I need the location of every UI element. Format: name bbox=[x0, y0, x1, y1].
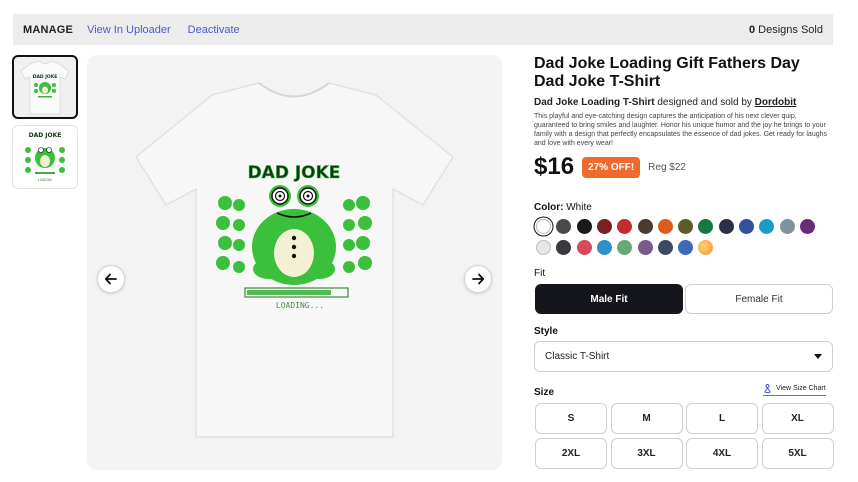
color-swatch[interactable] bbox=[739, 219, 754, 234]
size-button-l[interactable]: L bbox=[686, 403, 758, 434]
design-thumb-image: DAD JOKE LOADING bbox=[25, 132, 65, 182]
style-selected-value: Classic T-Shirt bbox=[545, 351, 610, 362]
color-swatch[interactable] bbox=[596, 219, 612, 234]
thumbnail-tshirt[interactable]: DAD JOKE bbox=[12, 55, 78, 119]
previous-image-button[interactable] bbox=[97, 265, 125, 293]
thumbnail-design[interactable]: DAD JOKE LOADING bbox=[12, 125, 78, 189]
color-label-text: Color: bbox=[534, 202, 564, 213]
color-swatch[interactable] bbox=[536, 240, 551, 255]
color-swatch[interactable] bbox=[779, 219, 795, 234]
size-button-3xl[interactable]: 3XL bbox=[610, 438, 683, 469]
color-swatch[interactable] bbox=[617, 219, 633, 234]
manage-bar: MANAGE View In Uploader Deactivate 0 Des… bbox=[13, 14, 833, 45]
color-swatch[interactable] bbox=[556, 219, 572, 234]
product-byline: Dad Joke Loading T-Shirt designed and so… bbox=[534, 97, 834, 108]
fit-label: Fit bbox=[534, 268, 546, 279]
color-swatch[interactable] bbox=[718, 219, 734, 234]
arrow-left-icon bbox=[104, 273, 117, 285]
size-button-s[interactable]: S bbox=[535, 403, 607, 434]
color-swatch[interactable] bbox=[759, 219, 775, 234]
artwork-heading: DAD JOKE bbox=[248, 163, 341, 183]
color-swatch[interactable] bbox=[657, 219, 673, 234]
size-button-2xl[interactable]: 2XL bbox=[535, 438, 607, 469]
product-details: Dad Joke Loading Gift Fathers Day Dad Jo… bbox=[534, 55, 834, 180]
color-swatch[interactable] bbox=[799, 219, 815, 234]
design-name: Dad Joke Loading T-Shirt bbox=[534, 97, 655, 108]
thumb2-loading: LOADING bbox=[38, 178, 53, 182]
color-label: Color: White bbox=[534, 202, 592, 213]
color-swatch[interactable] bbox=[678, 240, 694, 255]
size-button-5xl[interactable]: 5XL bbox=[761, 438, 834, 469]
price-row: $16 27% OFF! Reg $22 bbox=[534, 153, 834, 180]
color-swatch[interactable] bbox=[617, 240, 633, 255]
main-product-image: DAD JOKE LOADING... bbox=[87, 55, 502, 470]
size-button-xl[interactable]: XL bbox=[761, 403, 834, 434]
svg-text:DAD JOKE: DAD JOKE bbox=[33, 74, 58, 80]
view-in-uploader-link[interactable]: View In Uploader bbox=[87, 24, 171, 36]
discount-badge: 27% OFF! bbox=[582, 156, 641, 178]
color-swatch[interactable] bbox=[576, 240, 592, 255]
person-icon bbox=[764, 384, 771, 393]
size-label: Size bbox=[534, 387, 555, 398]
color-swatch[interactable] bbox=[637, 219, 653, 234]
size-button-4xl[interactable]: 4XL bbox=[686, 438, 758, 469]
chevron-down-icon bbox=[814, 354, 822, 359]
product-title: Dad Joke Loading Gift Fathers Day Dad Jo… bbox=[534, 55, 800, 90]
color-swatch[interactable] bbox=[678, 219, 694, 234]
size-chart-link[interactable]: View Size Chart bbox=[763, 384, 826, 396]
artist-link[interactable]: Dordobit bbox=[755, 97, 797, 108]
manage-label: MANAGE bbox=[23, 23, 74, 36]
designs-sold-text: Designs Sold bbox=[758, 23, 823, 36]
style-select[interactable]: Classic T-Shirt bbox=[534, 341, 833, 372]
color-swatch[interactable] bbox=[637, 240, 653, 255]
color-swatch[interactable] bbox=[698, 219, 714, 234]
tshirt-thumb-image: DAD JOKE bbox=[20, 60, 70, 115]
arrow-right-icon bbox=[472, 273, 485, 285]
thumb2-heading: DAD JOKE bbox=[29, 132, 62, 139]
next-image-button[interactable] bbox=[464, 265, 492, 293]
color-swatch[interactable] bbox=[698, 240, 714, 255]
female-fit-button[interactable]: Female Fit bbox=[685, 284, 833, 314]
color-swatch[interactable] bbox=[556, 240, 572, 255]
artwork-loading-text: LOADING... bbox=[276, 301, 324, 310]
size-chart-text: View Size Chart bbox=[776, 385, 826, 392]
color-swatch[interactable] bbox=[657, 240, 673, 255]
deactivate-link[interactable]: Deactivate bbox=[188, 24, 240, 36]
color-swatch[interactable] bbox=[596, 240, 612, 255]
tshirt-image: DAD JOKE LOADING... bbox=[135, 82, 454, 438]
price: $16 bbox=[534, 153, 575, 180]
loading-bar-fill bbox=[247, 290, 331, 295]
style-label: Style bbox=[534, 326, 558, 337]
size-button-m[interactable]: M bbox=[610, 403, 683, 434]
regular-price: Reg $22 bbox=[648, 161, 686, 173]
designed-by-text: designed and sold by bbox=[657, 97, 752, 108]
designs-sold-count: 0 bbox=[748, 23, 756, 36]
color-swatch[interactable] bbox=[576, 219, 592, 234]
designs-sold: 0 Designs Sold bbox=[749, 24, 823, 36]
male-fit-button[interactable]: Male Fit bbox=[535, 284, 683, 314]
product-description: This playful and eye-catching design cap… bbox=[534, 113, 827, 147]
selected-color: White bbox=[566, 202, 592, 213]
color-swatch[interactable] bbox=[536, 219, 551, 234]
